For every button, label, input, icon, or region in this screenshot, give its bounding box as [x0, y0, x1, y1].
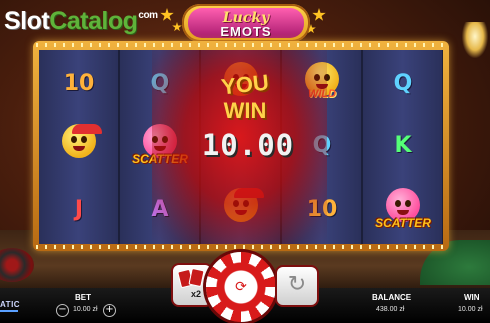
reel-symbol: K	[394, 133, 412, 158]
eye-shape	[405, 200, 411, 207]
win-banner-amount: 10.00	[201, 128, 295, 162]
reel-symbol: SCATTER	[373, 184, 433, 236]
spin-chip-icon: ⟳	[235, 279, 247, 295]
provider-logo: ATIC	[0, 300, 21, 309]
gamble-cards-icon	[188, 267, 205, 288]
logo-part-slot: Slot	[4, 7, 50, 35]
bet-value: 10.00 zł	[73, 306, 98, 313]
symbol-tag: SCATTER	[375, 216, 431, 230]
reel-symbol: 10	[63, 71, 95, 96]
emoji-face-icon	[62, 124, 102, 158]
logo-part-com: com	[138, 10, 158, 21]
mouth-shape	[397, 210, 409, 215]
logo-part-catalog: Catalog	[49, 7, 138, 35]
gamble-multiplier: x2	[191, 289, 202, 299]
bet-increase-button[interactable]: +	[103, 304, 116, 317]
site-logo: SlotCatalogcom	[4, 4, 158, 38]
reel-symbol	[49, 120, 109, 172]
win-banner-win: WIN	[223, 98, 267, 123]
reel-5: Q K SCATTER	[363, 50, 442, 244]
reel-symbol: Q	[393, 71, 413, 96]
win-label: WIN	[464, 293, 480, 302]
balance-label: BALANCE	[372, 293, 412, 302]
autoplay-button[interactable]: ↻	[275, 265, 319, 307]
chandelier-light	[462, 22, 488, 58]
balance-value: 438.00 zł	[376, 306, 405, 313]
eye-shape	[81, 136, 87, 143]
reel-1: 10 J	[39, 50, 118, 244]
bet-label: BET	[75, 293, 91, 302]
win-value: 10.00 zł	[458, 306, 483, 313]
bet-decrease-button[interactable]: −	[56, 304, 69, 317]
mouth-shape	[73, 146, 85, 151]
eye-shape	[395, 200, 401, 207]
game-title-plate: Lucky EMOTS	[182, 4, 310, 42]
game-title-bottom: EMOTS	[220, 24, 272, 39]
reel-symbol: J	[74, 197, 84, 222]
eye-shape	[71, 136, 77, 143]
autoplay-refresh-icon: ↻	[287, 272, 307, 297]
game-title-inner: Lucky EMOTS	[188, 8, 304, 39]
cap-shape	[72, 124, 102, 134]
provider-logo-underline	[0, 310, 18, 312]
marquee-lights-bottom	[36, 245, 446, 249]
marquee-lights-top	[36, 43, 446, 47]
